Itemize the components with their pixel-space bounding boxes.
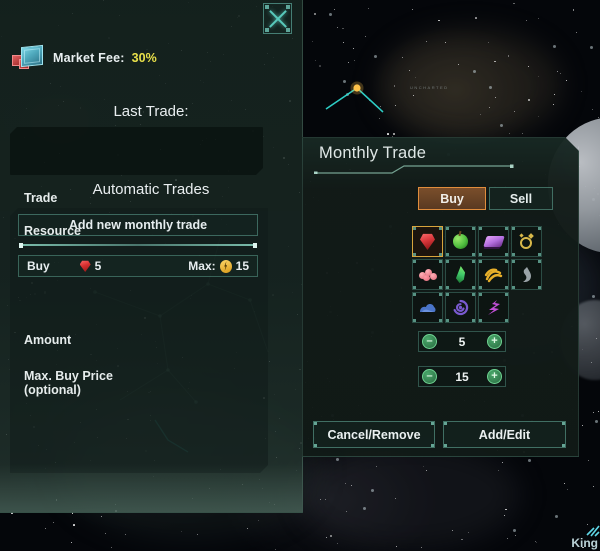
monthly-trade-title: Monthly Trade [319,144,427,162]
resource-cell-alloys[interactable] [511,226,542,257]
resource-cell-rare-crystals[interactable] [412,259,443,290]
max-buy-price-field-label: Max. Buy Price (optional) [24,369,113,397]
resource-cell-living-metal[interactable] [511,259,542,290]
resource-cell-zro[interactable] [412,292,443,323]
pink-crystal-cluster-icon [418,268,437,282]
add-edit-label: Add/Edit [478,427,531,442]
trade-max-label: Max: [188,259,216,273]
title-underline-decoration [314,164,514,174]
trade-max-value: 15 [235,259,249,273]
green-flame-icon [455,266,467,283]
blue-cloud-icon [419,301,437,314]
amount-field-label: Amount [24,333,72,347]
max-buy-price-label-line2: (optional) [24,383,81,397]
max-price-value[interactable]: 15 [437,370,487,384]
trade-list-item[interactable]: Buy 5 Max: 15 [18,255,258,277]
purple-spiral-icon [452,299,469,316]
resource-cell-minerals[interactable] [412,226,443,257]
max-price-decrement-button[interactable]: – [422,369,437,384]
resource-cell-nanites[interactable] [478,292,509,323]
game-screen: UNCHARTED Market Fee: 30% Last Trade: Au… [0,0,600,551]
galactic-market-panel: Market Fee: 30% Last Trade: Automatic Tr… [0,0,303,513]
max-price-increment-button[interactable]: + [487,369,502,384]
svg-text:UNCHARTED: UNCHARTED [410,85,449,90]
market-fee: Market Fee: 30% [12,44,157,71]
trade-amount-value: 5 [94,259,102,273]
trade-option-buy[interactable]: Buy [418,187,486,210]
energy-bolt-icon [219,259,232,273]
market-fee-value: 30% [131,51,157,65]
gold-ring-icon [519,233,534,249]
last-trade-heading: Last Trade: [113,103,189,120]
magenta-glyph-icon [486,299,502,316]
watermark-text: King [571,536,598,550]
resource-field-label: Resource [24,224,81,238]
trade-option-sell[interactable]: Sell [489,187,553,210]
cancel-remove-label: Cancel/Remove [327,427,421,442]
resource-cell-volatile-motes[interactable] [478,259,509,290]
list-divider [19,242,257,248]
amount-increment-button[interactable]: + [487,334,502,349]
amount-value[interactable]: 5 [437,335,487,349]
crate-resources-icon [12,44,46,71]
grey-liquid-metal-icon [520,266,533,283]
amount-decrement-button[interactable]: – [422,334,437,349]
yellow-swirl-icon [484,267,503,283]
resource-cell-dark-matter[interactable] [445,292,476,323]
add-edit-button[interactable]: Add/Edit [443,421,566,448]
resource-cell-food[interactable] [445,226,476,257]
resource-cell-consumer-goods[interactable] [478,226,509,257]
last-trade-box [10,127,263,175]
resource-grid [412,226,544,323]
green-apple-icon [453,230,468,249]
amount-stepper: – 5 + [418,331,506,352]
minerals-gem-icon [79,260,91,272]
purple-bar-icon [482,236,505,247]
trade-action-label: Buy [27,259,50,273]
max-buy-price-stepper: – 15 + [418,366,506,387]
trade-field-label: Trade [24,191,58,205]
cancel-remove-button[interactable]: Cancel/Remove [313,421,435,448]
market-fee-label: Market Fee: [53,51,125,65]
max-buy-price-label-line1: Max. Buy Price [24,369,113,383]
resource-cell-exotic-gases[interactable] [445,259,476,290]
close-icon[interactable] [263,3,292,34]
red-gem-icon [420,233,435,250]
